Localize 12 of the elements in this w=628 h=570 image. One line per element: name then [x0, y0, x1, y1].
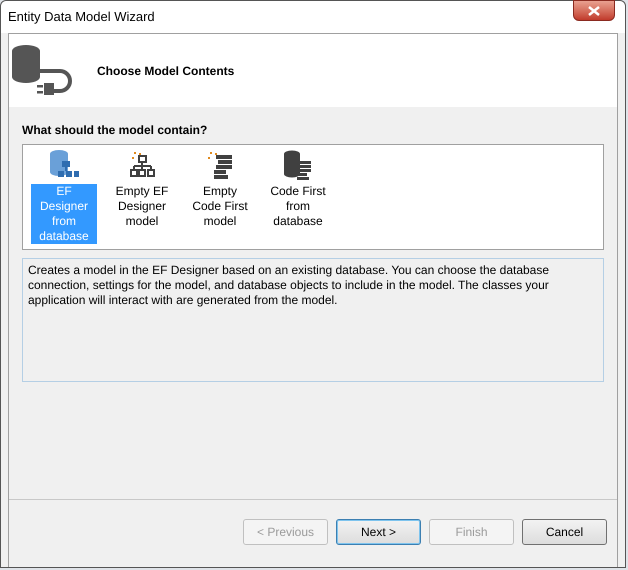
model-type-option[interactable]: Empty EF Designer model	[109, 184, 175, 229]
window-title: Entity Data Model Wizard	[8, 8, 155, 26]
wizard-button[interactable]: Cancel	[522, 518, 607, 544]
model-type-option[interactable]: Empty Code First model	[187, 184, 253, 229]
close-icon	[588, 6, 600, 16]
wizard-button[interactable]: Next >	[336, 518, 421, 544]
page-heading: Choose Model Contents	[97, 62, 234, 80]
description-text: Creates a model in the EF Designer based on an existing database. You can choose the database connection, settings for the model, and database objects to include in the model. The classes your application will interact with are generated from the model.	[28, 263, 550, 308]
close-button[interactable]	[573, 0, 615, 21]
section-label: What should the model contain?	[22, 122, 208, 139]
database-code-icon	[282, 149, 314, 181]
model-type-option[interactable]: Code First from database	[265, 184, 331, 229]
